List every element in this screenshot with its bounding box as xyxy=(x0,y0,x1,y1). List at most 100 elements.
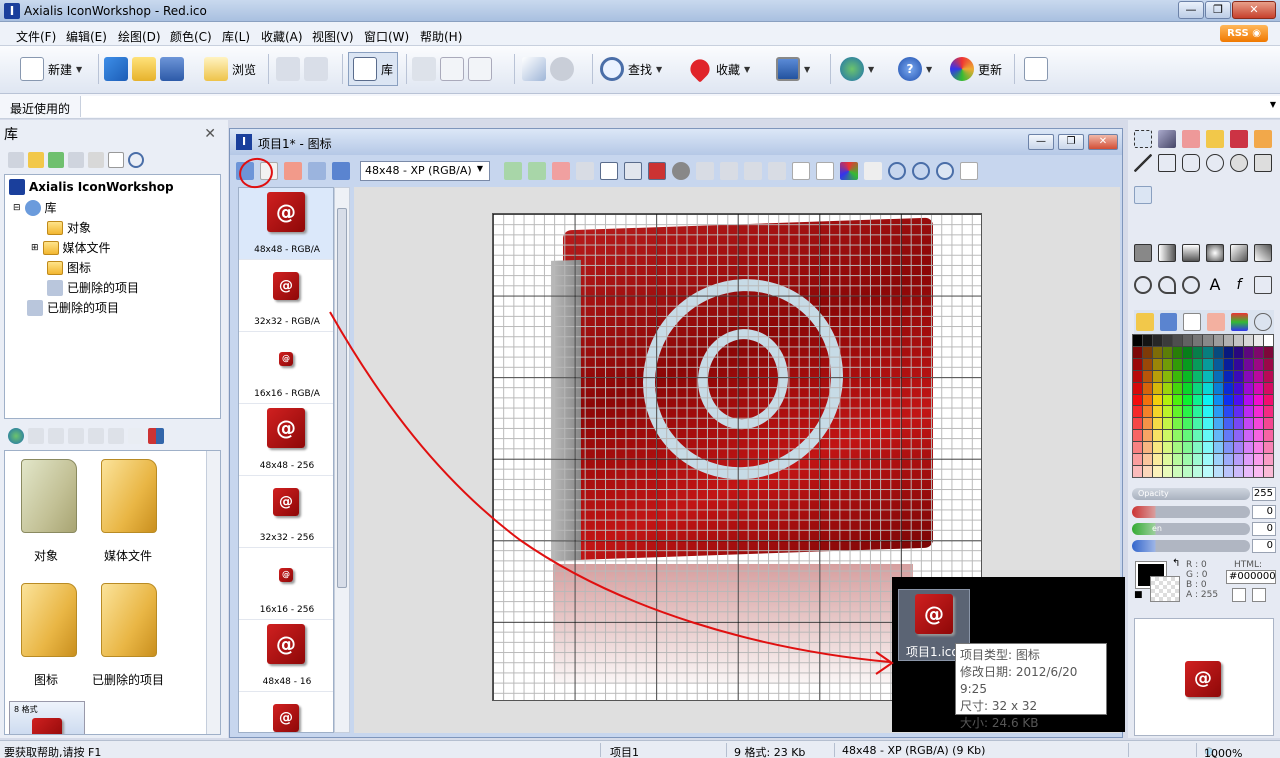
palette-swatch[interactable] xyxy=(1133,346,1143,358)
menu-help[interactable]: 帮助(H) xyxy=(420,28,462,45)
palette-swatch[interactable] xyxy=(1253,418,1263,430)
rss-button[interactable]: RSS ◉ xyxy=(1220,25,1268,42)
paste-icon[interactable] xyxy=(816,162,834,180)
palette-swatch[interactable] xyxy=(1253,358,1263,370)
palette-swatch[interactable] xyxy=(1193,454,1203,466)
palette-swatch[interactable] xyxy=(1213,335,1223,346)
palette-swatch[interactable] xyxy=(1173,454,1183,466)
palette-swatch[interactable] xyxy=(1173,406,1183,418)
palette-swatch[interactable] xyxy=(1133,370,1143,382)
palette-swatch[interactable] xyxy=(1203,394,1213,406)
zoom-out-icon[interactable] xyxy=(912,162,930,180)
open-folder-icon[interactable] xyxy=(1136,313,1154,331)
palette-swatch[interactable] xyxy=(1233,370,1243,382)
menu-file[interactable]: 文件(F) xyxy=(16,28,56,45)
palette-swatch[interactable] xyxy=(1263,394,1273,406)
green-value[interactable]: 0 xyxy=(1252,522,1276,536)
expand-icon[interactable]: ⊞ xyxy=(31,243,39,253)
palette-swatch[interactable] xyxy=(1263,466,1273,477)
new-folder-icon[interactable] xyxy=(28,152,44,168)
tree-item-deleted[interactable]: 已删除的项目 xyxy=(47,279,139,296)
palette-swatch[interactable] xyxy=(1243,335,1253,346)
opacity-value[interactable]: 255 xyxy=(1252,487,1276,501)
palette-swatch[interactable] xyxy=(1133,358,1143,370)
grid-icon[interactable] xyxy=(624,162,642,180)
rectangle-filled-icon[interactable] xyxy=(1254,154,1272,172)
palette-swatch[interactable] xyxy=(1173,358,1183,370)
palette-swatch[interactable] xyxy=(1223,335,1233,346)
new-format-icon[interactable] xyxy=(260,162,278,180)
view-icon[interactable] xyxy=(148,428,164,444)
rectangle-icon[interactable] xyxy=(1158,154,1176,172)
palette-swatch[interactable] xyxy=(1263,418,1273,430)
folder-icon[interactable] xyxy=(21,459,77,533)
menu-library[interactable]: 库(L) xyxy=(222,28,250,45)
palette-swatch[interactable] xyxy=(1163,430,1173,442)
arrow-left-icon[interactable] xyxy=(720,162,738,180)
palette-swatch[interactable] xyxy=(1203,370,1213,382)
palette-swatch[interactable] xyxy=(1203,466,1213,477)
pencil-icon[interactable] xyxy=(1206,130,1224,148)
palette-swatch[interactable] xyxy=(1183,430,1193,442)
palette-swatch[interactable] xyxy=(1203,406,1213,418)
update-button[interactable]: 更新 xyxy=(950,52,1002,86)
format-item[interactable]: @ 16x16 - RGB/A xyxy=(239,332,333,404)
palette-swatch[interactable] xyxy=(1143,466,1153,477)
menu-window[interactable]: 窗口(W) xyxy=(364,28,409,45)
palette-swatch[interactable] xyxy=(1263,382,1273,394)
doc-restore-button[interactable]: ❐ xyxy=(1058,134,1084,150)
palette-swatch[interactable] xyxy=(1193,394,1203,406)
tree-item-root[interactable]: Axialis IconWorkshop xyxy=(9,179,174,195)
delete-icon[interactable] xyxy=(88,152,104,168)
doc-minimize-button[interactable]: — xyxy=(1028,134,1054,150)
palette-swatch[interactable] xyxy=(1213,370,1223,382)
palette-swatch[interactable] xyxy=(1163,442,1173,454)
palette-swatch[interactable] xyxy=(1223,406,1233,418)
palette-swatch[interactable] xyxy=(1213,442,1223,454)
palette-swatch[interactable] xyxy=(1143,370,1153,382)
palette-swatch[interactable] xyxy=(1153,430,1163,442)
add-image-icon[interactable] xyxy=(528,162,546,180)
blue-slider[interactable] xyxy=(1132,540,1250,552)
palette-swatch[interactable] xyxy=(1233,335,1243,346)
palette-swatch[interactable] xyxy=(1233,430,1243,442)
palette-swatch[interactable] xyxy=(1223,418,1233,430)
copy-icon[interactable] xyxy=(792,162,810,180)
palette-swatch[interactable] xyxy=(1243,418,1253,430)
menu-draw[interactable]: 绘图(D) xyxy=(118,28,161,45)
palette-swatch[interactable] xyxy=(1233,418,1243,430)
cut-icon[interactable] xyxy=(412,57,436,81)
fill-style-icon[interactable] xyxy=(1158,244,1176,262)
background-icon[interactable] xyxy=(672,162,690,180)
move-icon[interactable] xyxy=(68,152,84,168)
palette-swatch[interactable] xyxy=(1223,442,1233,454)
image-icon[interactable] xyxy=(576,162,594,180)
color-effects-icon[interactable] xyxy=(840,162,858,180)
tree-item-icons[interactable]: 图标 xyxy=(47,259,91,276)
checklist-icon[interactable] xyxy=(960,162,978,180)
palette-swatch[interactable] xyxy=(1183,406,1193,418)
palette-swatch[interactable] xyxy=(1243,382,1253,394)
palette-swatch[interactable] xyxy=(1213,466,1223,477)
palette-swatch[interactable] xyxy=(1173,382,1183,394)
fill-style-icon[interactable] xyxy=(1182,244,1200,262)
palette-swatch[interactable] xyxy=(1203,358,1213,370)
minimize-button[interactable]: — xyxy=(1178,1,1204,19)
tree-item-deleted-root[interactable]: 已删除的项目 xyxy=(27,299,119,316)
brush-icon[interactable] xyxy=(1230,130,1248,148)
play-icon[interactable] xyxy=(1254,313,1272,331)
brush-size-icon[interactable] xyxy=(1254,186,1272,204)
crop-icon[interactable] xyxy=(1254,276,1272,294)
palette-swatch[interactable] xyxy=(1133,442,1143,454)
up-folder-icon[interactable] xyxy=(8,152,24,168)
chevron-down-icon[interactable]: ▼ xyxy=(868,65,874,74)
palette-swatch[interactable] xyxy=(1193,335,1203,346)
palette-swatch[interactable] xyxy=(1143,454,1153,466)
ellipse-filled-icon[interactable] xyxy=(1230,154,1248,172)
folder-icon[interactable] xyxy=(21,583,77,657)
palette-swatch[interactable] xyxy=(1243,442,1253,454)
script-icon[interactable] xyxy=(864,162,882,180)
palette-swatch[interactable] xyxy=(1153,442,1163,454)
undo-icon[interactable] xyxy=(276,57,300,81)
palette-swatch[interactable] xyxy=(1163,454,1173,466)
